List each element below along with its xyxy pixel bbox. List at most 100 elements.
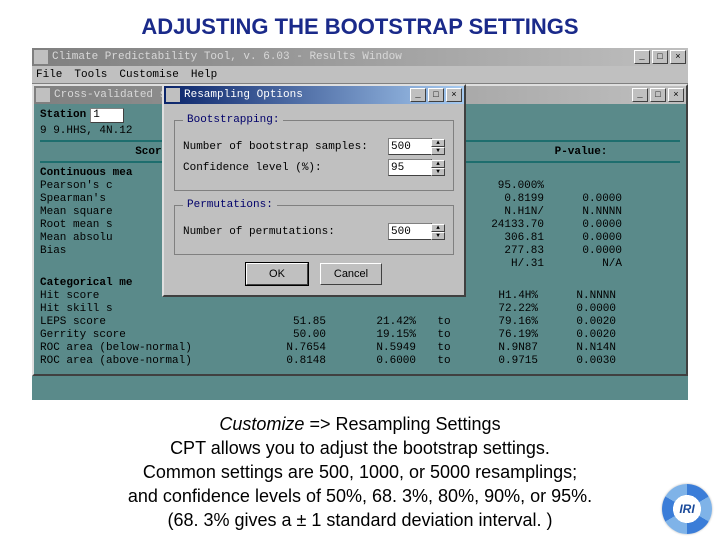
station-field[interactable]: 1 xyxy=(90,108,124,123)
cell xyxy=(344,303,416,316)
cell: to xyxy=(434,342,454,355)
ok-button[interactable]: OK xyxy=(246,263,308,285)
cell: 95.000% xyxy=(474,180,544,193)
close-button[interactable]: × xyxy=(668,88,684,102)
cancel-button[interactable]: Cancel xyxy=(320,263,382,285)
cell: 0.0000 xyxy=(562,245,622,258)
dialog-title-text: Resampling Options xyxy=(184,89,303,101)
app-icon xyxy=(34,50,48,64)
table-row: Hit skill s 72.22% 0.0000 xyxy=(40,303,680,316)
boot-samples-input[interactable] xyxy=(388,138,432,155)
cell: N.NNNN xyxy=(562,206,622,219)
permutations-spinner[interactable]: ▲▼ xyxy=(388,223,445,240)
bootstrap-group: Bootstrapping: Number of bootstrap sampl… xyxy=(174,114,454,191)
cell: H/.31 xyxy=(474,258,544,271)
spin-up-icon[interactable]: ▲ xyxy=(431,139,445,147)
parent-title-text: Climate Predictability Tool, v. 6.03 - R… xyxy=(52,51,402,63)
cell: 0.6000 xyxy=(344,355,416,368)
cell: N.7654 xyxy=(268,342,326,355)
cell: 0.0000 xyxy=(562,219,622,232)
confidence-spinner[interactable]: ▲▼ xyxy=(388,159,445,176)
permutations-input[interactable] xyxy=(388,223,432,240)
cell: N.5949 xyxy=(344,342,416,355)
cell: 0.0030 xyxy=(556,355,616,368)
caption-lead: Customize xyxy=(219,414,304,434)
cell: 72.22% xyxy=(472,303,538,316)
cell: N/A xyxy=(562,258,622,271)
menubar: File Tools Customise Help xyxy=(32,66,688,84)
spin-up-icon[interactable]: ▲ xyxy=(431,160,445,168)
permutations-legend: Permutations: xyxy=(183,199,277,211)
cell: to xyxy=(434,329,454,342)
cell: N.N14N xyxy=(556,342,616,355)
minimize-button[interactable]: _ xyxy=(410,88,426,102)
minimize-button[interactable]: _ xyxy=(632,88,648,102)
table-row: LEPS score 51.85 21.42% to 79.16% 0.0020 xyxy=(40,316,680,329)
cell: N.H1N/ xyxy=(474,206,544,219)
cell: 24133.70 xyxy=(474,219,544,232)
boot-samples-label: Number of bootstrap samples: xyxy=(183,141,388,153)
cell: N.NNNN xyxy=(556,290,616,303)
caption-line: and confidence levels of 50%, 68. 3%, 80… xyxy=(128,486,592,506)
cell: 0.0020 xyxy=(556,316,616,329)
cell: 19.15% xyxy=(344,329,416,342)
table-row: ROC area (above-normal)0.81480.6000to0.9… xyxy=(40,355,680,368)
cell: Gerrity score xyxy=(40,329,250,342)
cell: 21.42% xyxy=(344,316,416,329)
cell: 51.85 xyxy=(268,316,326,329)
menu-file[interactable]: File xyxy=(36,69,62,81)
caption-line: Common settings are 500, 1000, or 5000 r… xyxy=(143,462,577,482)
cell: 0.9715 xyxy=(472,355,538,368)
dialog-icon xyxy=(166,88,180,102)
caption: Customize => Resampling Settings CPT all… xyxy=(0,400,720,532)
table-row: ROC area (below-normal) N.7654 N.5949 to N.9… xyxy=(40,342,680,355)
station-label: Station xyxy=(40,109,86,122)
menu-tools[interactable]: Tools xyxy=(74,69,107,81)
cell: N.9N87 xyxy=(472,342,538,355)
minimize-button[interactable]: _ xyxy=(634,50,650,64)
caption-line: (68. 3% gives a ± 1 standard deviation i… xyxy=(167,510,552,530)
resampling-dialog: Resampling Options _ □ × Bootstrapping: … xyxy=(162,84,466,297)
cell: 0.0000 xyxy=(562,193,622,206)
cell: 0.0020 xyxy=(556,329,616,342)
cell: 50.00 xyxy=(268,329,326,342)
cell: LEPS score xyxy=(40,316,250,329)
table-row: Gerrity score 50.00 19.15% to 76.19% 0.0020 xyxy=(40,329,680,342)
maximize-button[interactable]: □ xyxy=(428,88,444,102)
window-icon xyxy=(36,88,50,102)
cell xyxy=(562,180,622,193)
caption-line: CPT allows you to adjust the bootstrap s… xyxy=(170,438,550,458)
dialog-body: Bootstrapping: Number of bootstrap sampl… xyxy=(164,104,464,295)
boot-samples-spinner[interactable]: ▲▼ xyxy=(388,138,445,155)
permutations-label: Number of permutations: xyxy=(183,226,388,238)
cell: 0.0000 xyxy=(556,303,616,316)
parent-titlebar: Climate Predictability Tool, v. 6.03 - R… xyxy=(32,48,688,66)
dialog-titlebar: Resampling Options _ □ × xyxy=(164,86,464,104)
confidence-input[interactable] xyxy=(388,159,432,176)
cell: 0.8148 xyxy=(268,355,326,368)
spin-down-icon[interactable]: ▼ xyxy=(431,168,445,176)
menu-customise[interactable]: Customise xyxy=(119,69,178,81)
spin-up-icon[interactable]: ▲ xyxy=(431,224,445,232)
maximize-button[interactable]: □ xyxy=(650,88,666,102)
cell: 76.19% xyxy=(472,329,538,342)
cell: H1.4H% xyxy=(472,290,538,303)
cell: ROC area (below-normal) xyxy=(40,342,250,355)
spin-down-icon[interactable]: ▼ xyxy=(431,232,445,240)
cell: 306.81 xyxy=(474,232,544,245)
cell: to xyxy=(434,316,454,329)
caption-lead2: => Resampling Settings xyxy=(304,414,500,434)
cell: 0.0000 xyxy=(562,232,622,245)
cell: 79.16% xyxy=(472,316,538,329)
menu-help[interactable]: Help xyxy=(191,69,217,81)
close-button[interactable]: × xyxy=(670,50,686,64)
iri-logo: IRI xyxy=(662,484,712,534)
cell: Hit skill s xyxy=(40,303,250,316)
spin-down-icon[interactable]: ▼ xyxy=(431,147,445,155)
col-pvalue: P-value: xyxy=(546,146,616,159)
maximize-button[interactable]: □ xyxy=(652,50,668,64)
cell xyxy=(434,303,454,316)
cell: to xyxy=(434,355,454,368)
close-button[interactable]: × xyxy=(446,88,462,102)
permutations-group: Permutations: Number of permutations: ▲▼ xyxy=(174,199,454,255)
